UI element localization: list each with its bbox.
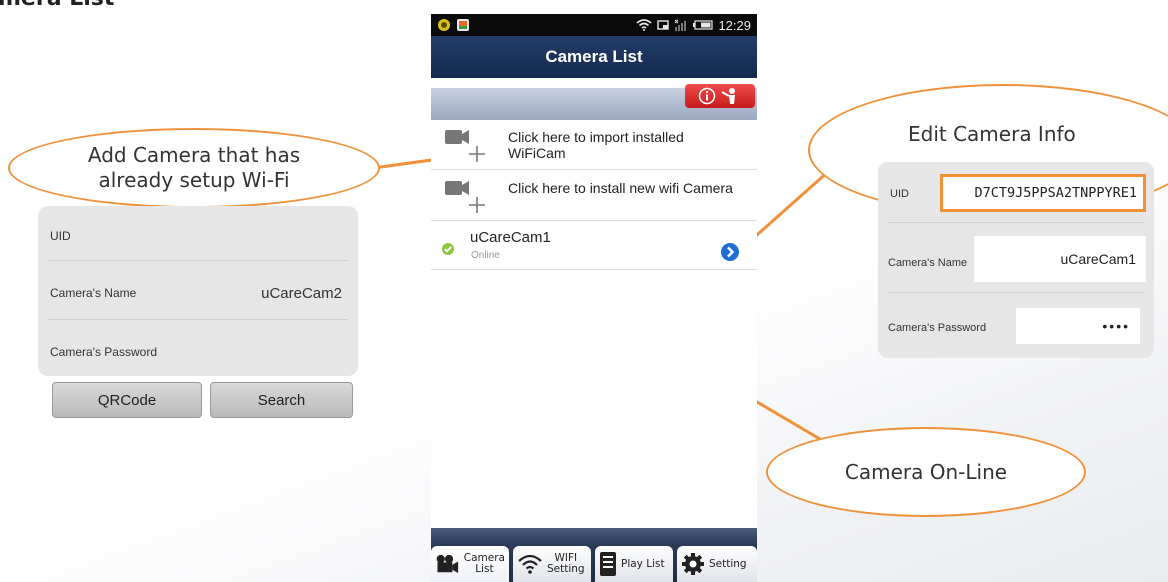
tab-play-list-label: Play List [621, 557, 665, 570]
tab-setting[interactable]: Setting [677, 546, 757, 582]
camera-name-input[interactable]: uCareCam1 [974, 236, 1146, 282]
add-camera-form: UID Camera's Name uCareCam2 Camera's Pas… [38, 206, 358, 376]
uid-row[interactable]: UID [38, 216, 358, 256]
app-title-bar: Camera List [431, 36, 757, 78]
camera-name: uCareCam1 [470, 229, 551, 246]
tab-camera-list-label: Camera List [464, 553, 505, 575]
app-title: Camera List [545, 47, 643, 66]
uid-label: UID [50, 229, 71, 243]
camera-password-label: Camera's Password [50, 345, 157, 359]
qrcode-button[interactable]: QRCode [52, 382, 202, 418]
uid-row[interactable]: UID D7CT9J5PPSA2TNPPYRE1 [878, 172, 1154, 214]
import-camera-row[interactable]: Click here to import installed WiFiCam [431, 120, 757, 170]
tab-camera-list[interactable]: Camera List [431, 546, 509, 582]
callout-add-camera-text: Add Camera that has already setup Wi-Fi [87, 143, 301, 192]
page-heading: mera List [0, 0, 114, 11]
callout-online-text: Camera On-Line [844, 459, 1008, 484]
tab-wifi-setting-label: WIFI Setting [547, 553, 585, 575]
camera-row[interactable]: uCareCam1 Online [431, 222, 757, 270]
divider [888, 292, 1144, 293]
person-pointing-icon [721, 88, 735, 104]
gear-icon [682, 553, 704, 575]
status-left [437, 18, 470, 32]
status-time: 12:29 [718, 17, 751, 33]
camera-name-value: uCareCam1 [1060, 251, 1136, 267]
camera-name-row[interactable]: Camera's Name uCareCam1 [878, 230, 1154, 286]
camera-password-input[interactable]: •••• [1016, 308, 1140, 344]
divider [48, 319, 348, 320]
install-camera-text: Click here to install new wifi Camera [508, 180, 733, 196]
cast-icon [657, 20, 670, 30]
tab-play-list[interactable]: Play List [595, 546, 673, 582]
uid-value: D7CT9J5PPSA2TNPPYRE1 [974, 185, 1137, 201]
tab-wifi-setting[interactable]: WIFI Setting [513, 546, 591, 582]
callout-online: Camera On-Line [766, 427, 1086, 517]
battery-icon [693, 20, 714, 30]
search-button[interactable]: Search [210, 382, 353, 418]
camera-password-value: •••• [1102, 318, 1130, 334]
tab-label-line2: List [475, 563, 494, 575]
phone-screen: 12:29 Camera List Click here to import i… [431, 14, 757, 582]
info-icon [698, 87, 716, 105]
bottom-tab-bar: Camera List WIFI Setting Play List Setti… [431, 528, 757, 582]
install-camera-row[interactable]: Click here to install new wifi Camera [431, 171, 757, 221]
edit-camera-form: UID D7CT9J5PPSA2TNPPYRE1 Camera's Name u… [878, 162, 1154, 358]
camera-name-label: Camera's Name [50, 286, 137, 300]
camera-password-label: Camera's Password [888, 322, 987, 334]
cell-signal-icon [675, 19, 687, 31]
tab-label-line2: Setting [547, 563, 585, 575]
add-camera-icon [445, 181, 485, 213]
divider [48, 260, 348, 261]
document-icon [600, 552, 616, 576]
status-bar: 12:29 [431, 14, 757, 36]
camera-status: Online [471, 250, 500, 261]
camera-detail-arrow-icon[interactable] [720, 242, 740, 262]
status-right: 12:29 [636, 18, 751, 33]
callout-add-camera: Add Camera that has already setup Wi-Fi [8, 128, 380, 208]
import-camera-text: Click here to import installed WiFiCam [508, 129, 684, 161]
app-notification-icon [457, 19, 469, 31]
uid-label: UID [890, 188, 909, 200]
online-status-icon [442, 243, 454, 255]
camera-password-row[interactable]: Camera's Password •••• [878, 300, 1154, 350]
wifi-icon [518, 554, 542, 574]
add-camera-icon [445, 130, 485, 162]
camera-name-row[interactable]: Camera's Name uCareCam2 [38, 273, 358, 313]
help-button[interactable] [685, 84, 755, 108]
wifi-signal-icon [636, 19, 652, 31]
uid-input[interactable]: D7CT9J5PPSA2TNPPYRE1 [940, 174, 1146, 212]
camera-name-input[interactable]: uCareCam2 [261, 285, 346, 302]
callout-edit-info-text: Edit Camera Info [908, 122, 1076, 146]
tab-setting-label: Setting [709, 557, 747, 570]
camera-icon [436, 554, 459, 574]
divider [888, 222, 1144, 223]
camera-name-label: Camera's Name [888, 257, 968, 269]
notification-icon [438, 19, 450, 31]
camera-password-row[interactable]: Camera's Password [38, 332, 358, 372]
